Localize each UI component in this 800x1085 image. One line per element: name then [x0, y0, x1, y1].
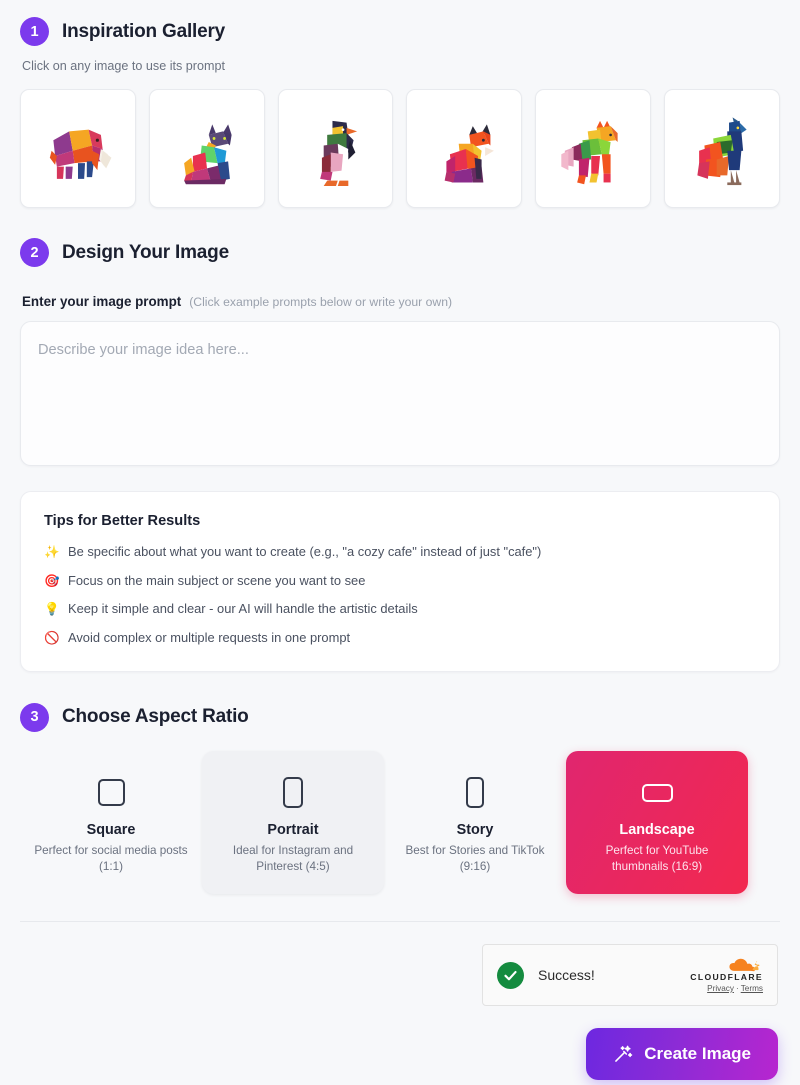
- step-1-title: Inspiration Gallery: [62, 20, 226, 42]
- penguin-icon: [319, 120, 357, 186]
- cloudflare-brand: CLOUDFLARE Privacy · Terms: [690, 957, 763, 993]
- gallery-grid: [20, 89, 780, 208]
- portrait-outline-icon: [212, 773, 374, 813]
- step-3-header: 3 Choose Aspect Ratio: [20, 702, 780, 732]
- inspiration-gallery-section: 1 Inspiration Gallery Click on any image…: [20, 0, 780, 208]
- turnstile-link-separator: ·: [735, 983, 739, 993]
- elephant-icon: [49, 129, 112, 179]
- cat-icon: [183, 123, 232, 184]
- tips-title: Tips for Better Results: [44, 513, 201, 529]
- aspect-ratio-option-landscape[interactable]: Landscape Perfect for YouTube thumbnails…: [566, 750, 748, 895]
- peacock-icon: [697, 116, 747, 185]
- sparkles-icon: ✨: [44, 545, 60, 559]
- gallery-item-horse[interactable]: [535, 89, 652, 208]
- step-2-header: 2 Design Your Image: [20, 238, 780, 267]
- tip-text: Focus on the main subject or scene you w…: [68, 572, 366, 588]
- aspect-ratio-option-story[interactable]: Story Best for Stories and TikTok (9:16): [384, 751, 566, 894]
- gallery-item-fox[interactable]: [406, 89, 523, 208]
- cloudflare-cloud-icon: [690, 957, 763, 972]
- prompt-hint: (Click example prompts below or write yo…: [189, 295, 453, 309]
- magic-wand-icon: [615, 1045, 633, 1062]
- fox-icon: [445, 123, 495, 182]
- prompt-placeholder: Describe your image idea here...: [38, 342, 249, 358]
- turnstile-status-text: Success!: [538, 967, 595, 984]
- lightbulb-icon: 💡: [44, 602, 60, 617]
- prompt-label: Enter your image prompt: [22, 294, 182, 309]
- aspect-ratio-desc: Perfect for YouTube thumbnails (16:9): [605, 843, 709, 874]
- gallery-item-cat[interactable]: [148, 89, 265, 208]
- tip-item: ✨ Be specific about what you want to cre…: [44, 543, 756, 562]
- step-2-badge: 2: [20, 238, 49, 267]
- aspect-ratio-desc: Best for Stories and TikTok (9:16): [405, 843, 545, 874]
- story-outline-icon: [394, 773, 556, 813]
- square-outline-icon: [30, 773, 192, 813]
- aspect-ratio-name: Portrait: [267, 821, 319, 838]
- aspect-ratio-name: Story: [456, 821, 494, 838]
- prompt-label-row: Enter your image prompt (Click example p…: [22, 294, 780, 309]
- cloudflare-turnstile-widget[interactable]: Success! CLOUDFLARE Privacy · Terms: [482, 944, 778, 1007]
- tip-item: 💡 Keep it simple and clear - our AI will…: [44, 600, 756, 619]
- tip-item: 🚫 Avoid complex or multiple requests in …: [44, 629, 756, 648]
- section-divider: [20, 921, 780, 923]
- aspect-ratio-section: 3 Choose Aspect Ratio Square Perfect for…: [20, 672, 780, 895]
- tip-item: 🎯 Focus on the main subject or scene you…: [44, 572, 756, 591]
- aspect-ratio-desc: Ideal for Instagram and Pinterest (4:5): [232, 843, 354, 874]
- gallery-item-penguin[interactable]: [277, 89, 394, 208]
- step-2-title: Design Your Image: [62, 241, 229, 263]
- turnstile-links: Privacy · Terms: [690, 983, 763, 993]
- gallery-item-peacock[interactable]: [664, 89, 780, 208]
- cloudflare-wordmark: CLOUDFLARE: [690, 972, 763, 983]
- step-1-badge: 1: [20, 17, 49, 46]
- create-image-button[interactable]: Create Image: [586, 1028, 778, 1081]
- gallery-item-elephant[interactable]: [20, 89, 136, 208]
- step-1-header: 1 Inspiration Gallery: [20, 17, 780, 46]
- aspect-ratio-option-square[interactable]: Square Perfect for social media posts (1…: [20, 751, 202, 894]
- turnstile-privacy-link[interactable]: Privacy: [707, 984, 734, 993]
- tip-text: Be specific about what you want to creat…: [68, 544, 542, 559]
- gallery-instruction: Click on any image to use its prompt: [22, 59, 225, 73]
- aspect-ratio-desc: Perfect for social media posts (1:1): [34, 843, 188, 874]
- cta-row: Create Image: [20, 1028, 780, 1081]
- aspect-ratio-option-portrait[interactable]: Portrait Ideal for Instagram and Pintere…: [202, 750, 384, 895]
- horse-icon: [561, 120, 618, 184]
- turnstile-terms-link[interactable]: Terms: [741, 984, 763, 993]
- target-icon: 🎯: [44, 573, 60, 588]
- tips-card: Tips for Better Results ✨ Be specific ab…: [20, 491, 780, 672]
- design-image-section: 2 Design Your Image Enter your image pro…: [20, 208, 780, 672]
- success-check-icon: [497, 961, 524, 989]
- prompt-input[interactable]: Describe your image idea here...: [20, 321, 780, 466]
- landscape-outline-icon: [576, 773, 738, 813]
- create-image-label: Create Image: [644, 1044, 751, 1064]
- prohibited-icon: 🚫: [44, 631, 60, 646]
- step-3-badge: 3: [20, 702, 49, 732]
- turnstile-row: Success! CLOUDFLARE Privacy · Terms: [20, 944, 780, 1007]
- aspect-ratio-name: Square: [86, 821, 136, 838]
- tip-text: Keep it simple and clear - our AI will h…: [68, 601, 418, 617]
- aspect-ratio-options: Square Perfect for social media posts (1…: [20, 750, 780, 895]
- aspect-ratio-name: Landscape: [619, 821, 695, 838]
- tip-text: Avoid complex or multiple requests in on…: [68, 630, 351, 646]
- image-generator-page: 1 Inspiration Gallery Click on any image…: [0, 0, 800, 1085]
- step-3-title: Choose Aspect Ratio: [62, 706, 249, 728]
